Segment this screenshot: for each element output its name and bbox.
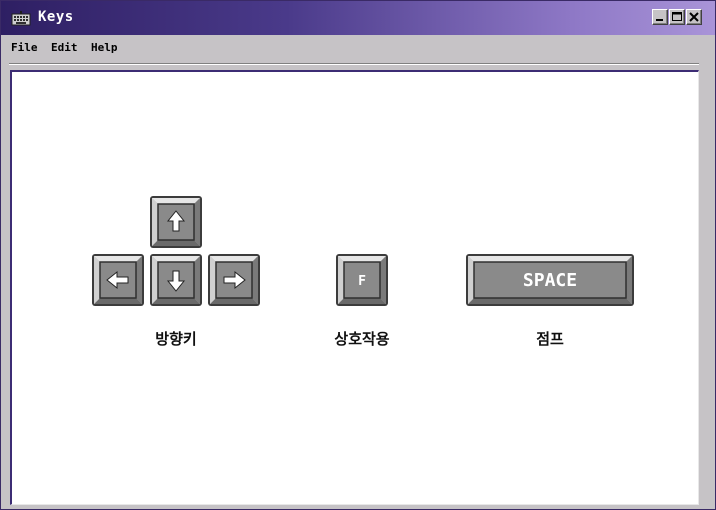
arrow-keys-label: 방향키 — [155, 330, 197, 348]
title-bar[interactable]: Keys — [1, 1, 715, 35]
space-key-label: SPACE — [523, 270, 577, 291]
menu-help[interactable]: Help — [91, 41, 118, 54]
menu-file[interactable]: File — [11, 41, 38, 54]
keyboard-icon — [11, 11, 31, 26]
close-button[interactable] — [686, 9, 702, 25]
app-window: Keys File Edit Help F SPACE 방향키 상호작용 점프 — [0, 0, 716, 510]
down-arrow-key[interactable] — [150, 254, 202, 306]
maximize-button[interactable] — [669, 9, 685, 25]
f-key[interactable]: F — [336, 254, 388, 306]
f-key-label: F — [358, 274, 366, 289]
content-panel: F SPACE 방향키 상호작용 점프 — [10, 70, 699, 505]
menu-edit[interactable]: Edit — [51, 41, 78, 54]
interact-label: 상호작용 — [334, 330, 390, 348]
left-arrow-key[interactable] — [92, 254, 144, 306]
space-key[interactable]: SPACE — [466, 254, 634, 306]
window-title: Keys — [38, 9, 74, 25]
minimize-icon — [656, 19, 663, 21]
jump-label: 점프 — [536, 330, 564, 348]
up-arrow-key[interactable] — [150, 196, 202, 248]
close-icon — [689, 12, 699, 22]
minimize-button[interactable] — [652, 9, 668, 25]
menu-bar: File Edit Help — [1, 36, 715, 58]
right-arrow-key[interactable] — [208, 254, 260, 306]
maximize-icon — [672, 12, 682, 21]
